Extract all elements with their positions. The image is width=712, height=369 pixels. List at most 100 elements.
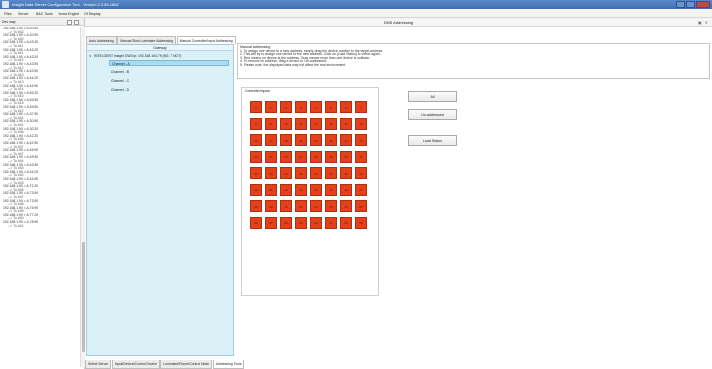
address-cell[interactable]: 8	[250, 117, 262, 130]
address-cell[interactable]: 27	[295, 150, 307, 163]
address-cell[interactable]: 21	[325, 134, 337, 146]
address-cell[interactable]: 32	[250, 167, 262, 179]
address-cell[interactable]: 49	[265, 200, 277, 212]
address-cell[interactable]: 56	[250, 216, 262, 229]
address-cell[interactable]: 46	[340, 183, 352, 196]
maximize-button[interactable]	[686, 1, 695, 8]
address-cell[interactable]: 41	[265, 183, 277, 196]
address-cell[interactable]: 37	[325, 167, 337, 179]
tab-addressing-tools[interactable]: Addressing Tools	[212, 360, 245, 369]
address-cell-number: 28	[314, 155, 318, 159]
address-cell[interactable]: 24	[250, 150, 262, 163]
menu-display[interactable]: Of Display	[84, 12, 101, 16]
menu-bc-tools[interactable]: B&C Tools	[36, 12, 53, 16]
address-cell[interactable]: 53	[325, 200, 337, 212]
address-cell[interactable]: 0	[250, 101, 262, 113]
menu-yoma-engine[interactable]: Yoma Engine	[58, 12, 79, 16]
address-cell[interactable]: 10	[280, 117, 292, 130]
tab-input-device[interactable]: Input/Device/Control Device	[111, 360, 160, 369]
tree-item-channel-c[interactable]: Channel - C	[109, 78, 229, 84]
address-cell[interactable]: 11	[295, 117, 307, 130]
address-cell[interactable]: 6	[340, 101, 352, 113]
menu-server[interactable]: Server	[18, 12, 29, 16]
tree-item-channel-a[interactable]: Channel - A	[109, 60, 229, 66]
address-cell[interactable]: 55	[355, 200, 367, 212]
close-button[interactable]	[696, 1, 710, 8]
address-cell[interactable]: 3	[295, 101, 307, 113]
expand-icon[interactable]	[67, 19, 72, 25]
address-cell[interactable]: 17	[265, 134, 277, 146]
address-cell[interactable]: 28	[310, 150, 322, 163]
address-cell[interactable]: 13	[325, 117, 337, 130]
address-cell[interactable]: 9	[265, 117, 277, 130]
address-cell[interactable]: 22	[340, 134, 352, 146]
address-cell[interactable]: 48	[250, 200, 262, 212]
tab-auto-addressing[interactable]: Auto Addressing	[86, 36, 117, 44]
address-cell[interactable]: 54	[340, 200, 352, 212]
address-cell-number: 15	[359, 122, 363, 126]
address-cell[interactable]: 26	[280, 150, 292, 163]
address-cell[interactable]: 29	[325, 150, 337, 163]
load-status-button[interactable]: Load Status	[408, 135, 457, 146]
device-map-list[interactable]: 192.168.1.90 > A.20.90 --> Tu #42 192.168.…	[0, 27, 80, 367]
address-cell[interactable]: 38	[340, 167, 352, 179]
address-cell[interactable]: 59	[295, 216, 307, 229]
address-cell[interactable]: 63	[355, 216, 367, 229]
address-cell[interactable]: 60	[310, 216, 322, 229]
address-cell[interactable]: 45	[325, 183, 337, 196]
address-cell[interactable]: 14	[340, 117, 352, 130]
address-cell[interactable]: 61	[325, 216, 337, 229]
address-cell[interactable]: 19	[295, 134, 307, 146]
pin-icon[interactable]: ▣	[698, 20, 702, 25]
address-cell[interactable]: 58	[280, 216, 292, 229]
address-cell[interactable]: 34	[280, 167, 292, 179]
collapse-icon[interactable]	[74, 19, 79, 25]
all-button[interactable]: All	[408, 91, 457, 102]
tree-item-channel-d[interactable]: Channel - D	[109, 87, 229, 93]
address-cell[interactable]: 39	[355, 167, 367, 179]
address-cell[interactable]: 33	[265, 167, 277, 179]
address-cell-number: 20	[314, 138, 318, 143]
address-cell[interactable]: 1	[265, 101, 277, 113]
address-cell[interactable]: 15	[355, 117, 367, 130]
address-cell[interactable]: 30	[340, 150, 352, 163]
address-cell[interactable]: 51	[295, 200, 307, 212]
address-cell[interactable]: 43	[295, 183, 307, 196]
address-cell[interactable]: 7	[355, 101, 367, 113]
address-cell-number: 60	[314, 221, 318, 225]
address-cell[interactable]: 31	[355, 150, 367, 163]
tab-luminaire-room[interactable]: Luminaire/Room/Control Node	[160, 360, 213, 369]
address-cell[interactable]: 40	[250, 183, 262, 196]
minimize-button[interactable]	[676, 1, 685, 8]
gateway-tree-root[interactable]: ∨ INTELGENT Insight GW3 ip: 192.168.104.7…	[89, 54, 181, 58]
tab-select-server[interactable]: Select Server	[85, 360, 112, 369]
address-cell[interactable]: 16	[250, 134, 262, 146]
address-cell[interactable]: 36	[310, 167, 322, 179]
address-cell[interactable]: 62	[340, 216, 352, 229]
address-cell[interactable]: 4	[310, 101, 322, 113]
unaddressed-button[interactable]: Un-addressed	[408, 109, 457, 120]
address-cell-number: 25	[269, 155, 273, 159]
address-cell[interactable]: 25	[265, 150, 277, 163]
address-cell[interactable]: 47	[355, 183, 367, 196]
tab-manual-slow-addressing[interactable]: Manual Slow Luminaire Addressing	[117, 36, 177, 44]
address-cell[interactable]: 18	[280, 134, 292, 146]
device-map-item[interactable]: 192.168.1.90 > A.78.90 --> Tu #41	[0, 220, 80, 228]
address-cell[interactable]: 20	[310, 134, 322, 146]
close-panel-icon[interactable]: ✕	[705, 20, 708, 25]
address-cell-number: 13	[329, 122, 333, 126]
address-cell[interactable]: 44	[310, 183, 322, 196]
address-cell-number: 22	[344, 138, 348, 143]
address-cell[interactable]: 23	[355, 134, 367, 146]
address-cell[interactable]: 2	[280, 101, 292, 113]
address-cell[interactable]: 5	[325, 101, 337, 113]
tab-manual-controller-addressing[interactable]: Manual Controller/Input Addressing	[176, 36, 236, 44]
menu-files[interactable]: Files	[4, 12, 12, 16]
address-cell[interactable]: 12	[310, 117, 322, 130]
address-cell[interactable]: 42	[280, 183, 292, 196]
address-cell[interactable]: 57	[265, 216, 277, 229]
address-cell[interactable]: 50	[280, 200, 292, 212]
tree-item-channel-b[interactable]: Channel - B	[109, 69, 229, 75]
address-cell[interactable]: 52	[310, 200, 322, 212]
address-cell[interactable]: 35	[295, 167, 307, 179]
